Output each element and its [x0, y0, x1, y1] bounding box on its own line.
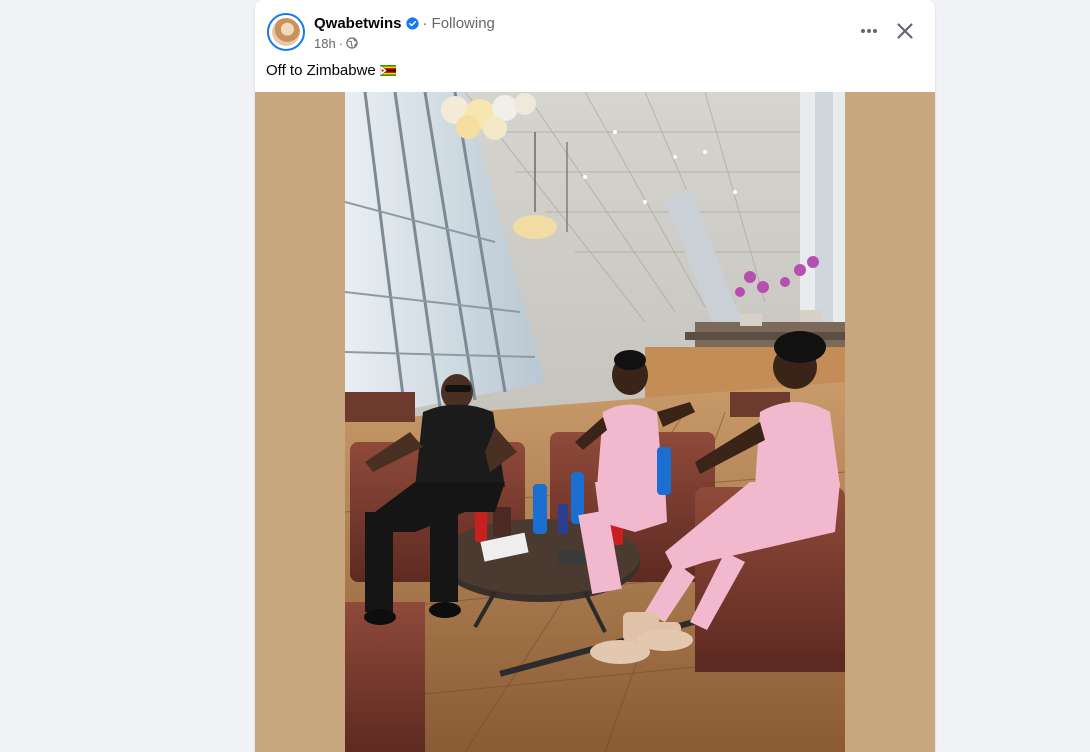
author-name-row: Qwabetwins · Following — [314, 14, 495, 32]
post-caption: Off to Zimbabwe — [266, 62, 396, 79]
close-icon — [897, 23, 913, 39]
post-meta: 18h · — [314, 35, 358, 51]
close-button[interactable] — [889, 15, 921, 47]
author-name[interactable]: Qwabetwins — [314, 15, 402, 32]
caption-text: Off to Zimbabwe — [266, 62, 376, 79]
name-separator: · — [422, 14, 428, 32]
globe-icon[interactable] — [346, 37, 358, 49]
post-header: Qwabetwins · Following 18h · — [255, 0, 935, 60]
follow-status[interactable]: Following — [432, 15, 495, 32]
post-media — [255, 92, 935, 752]
author-avatar[interactable] — [267, 13, 305, 51]
post-timestamp[interactable]: 18h — [314, 36, 336, 51]
post-card: Qwabetwins · Following 18h · Off to Zimb… — [255, 0, 935, 752]
zimbabwe-flag-icon — [379, 65, 396, 76]
verified-badge-icon — [405, 16, 419, 30]
meta-separator: · — [338, 35, 344, 51]
more-horizontal-icon — [861, 29, 877, 33]
more-options-button[interactable] — [853, 15, 885, 47]
airport-lounge-photo — [345, 92, 845, 752]
avatar-image — [272, 18, 300, 46]
post-photo[interactable] — [345, 92, 845, 752]
